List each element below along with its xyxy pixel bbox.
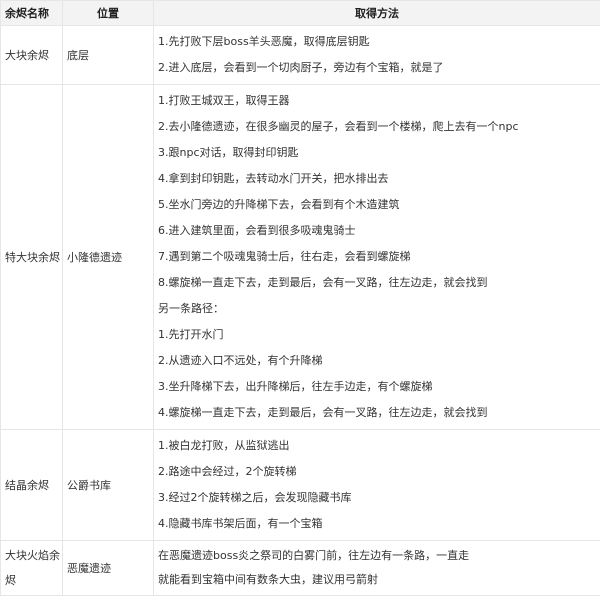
ember-location: 小隆德遗迹 bbox=[62, 84, 154, 430]
ember-location: 公爵书库 bbox=[62, 429, 154, 541]
method-line: 4.拿到封印钥匙，去转动水门开关，把水排出去 bbox=[158, 172, 389, 185]
method-line: 1.打败王城双王，取得王器 bbox=[158, 94, 290, 107]
ember-name: 大块火焰余烬 bbox=[0, 540, 63, 596]
method-line: 2.路途中会经过，2个旋转梯 bbox=[158, 465, 297, 478]
method-line: 4.螺旋梯一直走下去，走到最后，会有一叉路，往左边走，就会找到 bbox=[158, 406, 488, 419]
method-line: 1.被白龙打败，从监狱逃出 bbox=[158, 439, 290, 452]
method-line: 2.去小隆德遗迹，在很多幽灵的屋子，会看到一个楼梯，爬上去有一个npc bbox=[158, 120, 519, 133]
method-line: 在恶魔遗迹boss炎之祭司的白雾门前，往左边有一条路，一直走 bbox=[158, 549, 470, 562]
method-line: 3.跟npc对话，取得封印钥匙 bbox=[158, 146, 299, 159]
method-line: 4.隐藏书库书架后面，有一个宝箱 bbox=[158, 517, 323, 530]
table-row: 特大块余烬 小隆德遗迹 1.打败王城双王，取得王器 2.去小隆德遗迹，在很多幽灵… bbox=[0, 84, 600, 430]
header-method: 取得方法 bbox=[153, 0, 600, 26]
ember-method: 1.打败王城双王，取得王器 2.去小隆德遗迹，在很多幽灵的屋子，会看到一个楼梯，… bbox=[153, 84, 600, 430]
ember-method: 1.先打败下层boss羊头恶魔，取得底层钥匙 2.进入底层，会看到一个切肉厨子，… bbox=[153, 25, 600, 85]
method-line: 2.进入底层，会看到一个切肉厨子，旁边有个宝箱，就是了 bbox=[158, 61, 444, 74]
table-row: 大块火焰余烬 恶魔遗迹 在恶魔遗迹boss炎之祭司的白雾门前，往左边有一条路，一… bbox=[0, 540, 600, 596]
table-header-row: 余烬名称 位置 取得方法 bbox=[0, 0, 600, 26]
ember-method: 在恶魔遗迹boss炎之祭司的白雾门前，往左边有一条路，一直走 就能看到宝箱中间有… bbox=[153, 540, 600, 596]
method-line: 2.从遗迹入口不远处，有个升降梯 bbox=[158, 354, 323, 367]
header-location: 位置 bbox=[62, 0, 154, 26]
header-name: 余烬名称 bbox=[0, 0, 63, 26]
ember-name: 特大块余烬 bbox=[0, 84, 63, 430]
table-row: 结晶余烬 公爵书库 1.被白龙打败，从监狱逃出 2.路途中会经过，2个旋转梯 3… bbox=[0, 429, 600, 541]
ember-method: 1.被白龙打败，从监狱逃出 2.路途中会经过，2个旋转梯 3.经过2个旋转梯之后… bbox=[153, 429, 600, 541]
method-line: 另一条路径： bbox=[158, 302, 224, 315]
ember-name: 结晶余烬 bbox=[0, 429, 63, 541]
method-line: 7.遇到第二个吸魂鬼骑士后，往右走，会看到螺旋梯 bbox=[158, 250, 411, 263]
method-line: 1.先打开水门 bbox=[158, 328, 224, 341]
ember-name: 大块余烬 bbox=[0, 25, 63, 85]
table-row: 大块余烬 底层 1.先打败下层boss羊头恶魔，取得底层钥匙 2.进入底层，会看… bbox=[0, 25, 600, 85]
method-line: 3.经过2个旋转梯之后，会发现隐藏书库 bbox=[158, 491, 352, 504]
method-line: 5.坐水门旁边的升降梯下去，会看到有个木造建筑 bbox=[158, 198, 400, 211]
method-line: 3.坐升降梯下去，出升降梯后，往左手边走，有个螺旋梯 bbox=[158, 380, 433, 393]
ember-table: 余烬名称 位置 取得方法 大块余烬 底层 1.先打败下层boss羊头恶魔，取得底… bbox=[0, 0, 600, 596]
ember-location: 底层 bbox=[62, 25, 154, 85]
method-line: 就能看到宝箱中间有数条大虫，建议用弓箭射 bbox=[158, 573, 378, 586]
method-line: 1.先打败下层boss羊头恶魔，取得底层钥匙 bbox=[158, 35, 370, 48]
ember-location: 恶魔遗迹 bbox=[62, 540, 154, 596]
method-line: 6.进入建筑里面，会看到很多吸魂鬼骑士 bbox=[158, 224, 356, 237]
method-line: 8.螺旋梯一直走下去，走到最后，会有一叉路，往左边走，就会找到 bbox=[158, 276, 488, 289]
